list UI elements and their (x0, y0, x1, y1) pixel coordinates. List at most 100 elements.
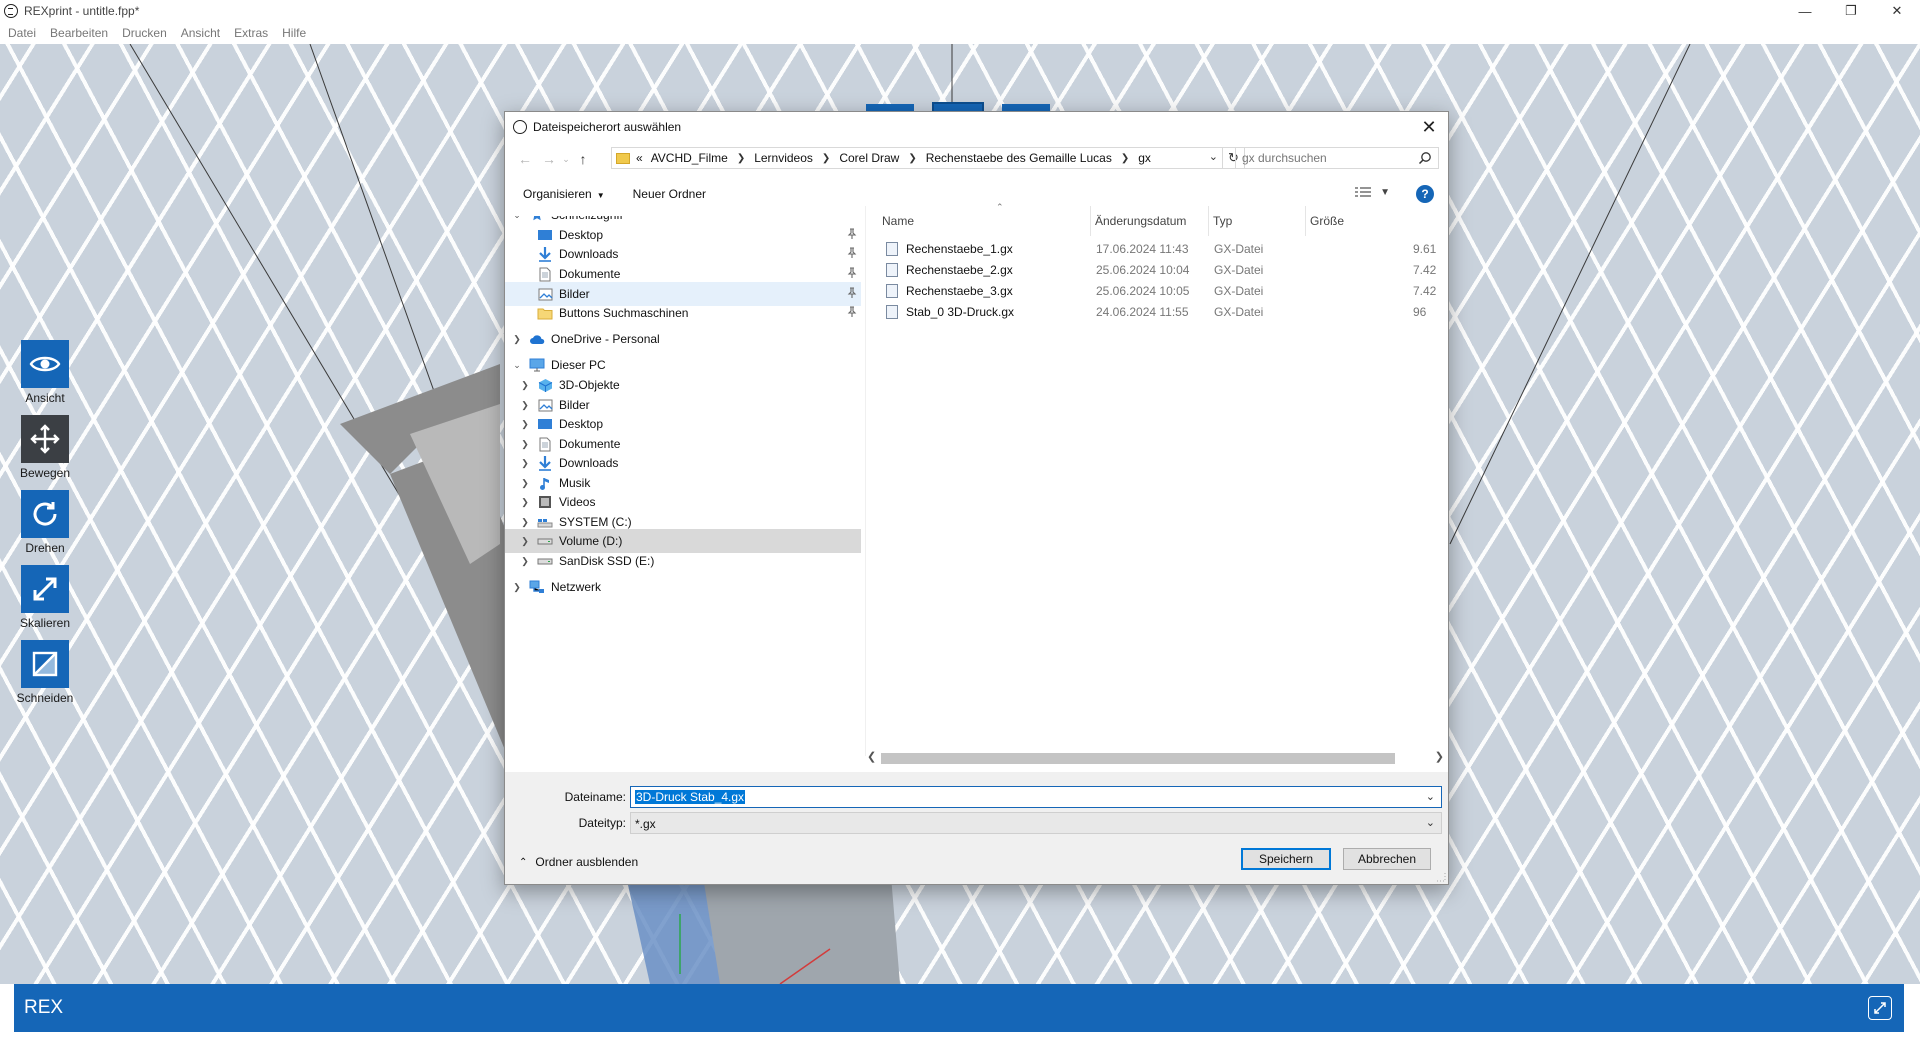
app-logo-icon (4, 4, 18, 18)
desktop-icon (537, 417, 553, 431)
expand-toggle-icon[interactable]: ⌄ (511, 216, 523, 221)
pin-icon[interactable] (847, 247, 857, 259)
breadcrumb-gx[interactable]: gx (1138, 151, 1151, 165)
maximize-button[interactable]: ❐ (1828, 0, 1874, 22)
file-size: 7.42 (1413, 262, 1437, 277)
cancel-button[interactable]: Abbrechen (1343, 848, 1431, 870)
nav-item-label: SanDisk SSD (E:) (559, 554, 655, 568)
breadcrumb-separator-icon[interactable]: ❯ (737, 153, 745, 164)
expand-toggle-icon[interactable]: ❯ (519, 439, 531, 450)
menu-drucken[interactable]: Drucken (115, 26, 174, 40)
menu-extras[interactable]: Extras (227, 26, 275, 40)
dialog-close-button[interactable]: ✕ (1418, 116, 1440, 138)
breadcrumb-rechenstaebe[interactable]: Rechenstaebe des Gemaille Lucas (926, 151, 1112, 165)
menu-datei[interactable]: Datei (0, 26, 43, 40)
file-row[interactable]: Rechenstaebe_3.gx 25.06.2024 10:05 GX-Date… (866, 280, 1449, 301)
breadcrumb-separator-icon[interactable]: ❯ (822, 153, 830, 164)
address-dropdown-icon[interactable]: ⌄ (1209, 150, 1218, 163)
filename-label: Dateiname: (564, 790, 626, 804)
expand-toggle-icon[interactable]: ⌄ (511, 360, 523, 371)
dialog-title-bar: Dateispeicherort auswählen ✕ (505, 112, 1448, 142)
expand-toggle-icon[interactable]: ❯ (519, 497, 531, 508)
column-divider[interactable] (1090, 206, 1091, 236)
file-type: GX-Datei (1214, 283, 1264, 298)
expand-toggle-icon[interactable]: ❯ (511, 334, 523, 345)
menu-bearbeiten[interactable]: Bearbeiten (43, 26, 115, 40)
chevron-up-icon: ⌃ (519, 856, 528, 868)
scroll-right-icon[interactable]: ❯ (1435, 750, 1444, 763)
close-button[interactable]: ✕ (1874, 0, 1920, 22)
file-row[interactable]: Rechenstaebe_2.gx 25.06.2024 10:04 GX-Date… (866, 259, 1449, 280)
expand-toggle-icon[interactable]: ❯ (519, 458, 531, 469)
pin-icon[interactable] (847, 306, 857, 318)
up-button[interactable]: ↑ (571, 147, 595, 171)
expand-toggle-icon[interactable]: ❯ (519, 478, 531, 489)
tool-skalieren[interactable]: Skalieren (18, 565, 72, 630)
fullscreen-icon[interactable] (1868, 996, 1892, 1020)
search-input[interactable]: gx durchsuchen (1242, 151, 1327, 165)
nav-item-onedrive-personal[interactable]: ❯ OneDrive - Personal (505, 327, 861, 351)
filename-field[interactable]: 3D-Druck Stab_4.gx ⌄ (630, 786, 1442, 808)
horizontal-scrollbar[interactable]: ❮ ❯ (865, 750, 1448, 767)
pin-icon[interactable] (847, 287, 857, 299)
expand-toggle-icon[interactable]: ❯ (519, 400, 531, 411)
filetype-select[interactable]: *.gx ⌄ (630, 812, 1442, 834)
file-row[interactable]: Rechenstaebe_1.gx 17.06.2024 11:43 GX-Date… (866, 238, 1449, 259)
menu-hilfe[interactable]: Hilfe (275, 26, 313, 40)
recent-locations-chevron-icon[interactable]: ⌄ (561, 147, 571, 171)
expand-toggle-icon[interactable]: ❯ (519, 380, 531, 391)
nav-item-netzwerk[interactable]: ❯ Netzwerk (505, 575, 861, 599)
hide-folders-toggle[interactable]: ⌃ Ordner ausblenden (519, 855, 638, 869)
view-options-button[interactable]: ▼ (1354, 186, 1390, 198)
back-button[interactable]: ← (513, 147, 537, 171)
breadcrumb-lernvideos[interactable]: Lernvideos (754, 151, 813, 165)
address-bar[interactable]: « AVCHD_Filme ❯ Lernvideos ❯ Corel Draw … (611, 147, 1223, 169)
nav-item-buttons-suchmaschinen[interactable]: Buttons Suchmaschinen (505, 301, 861, 325)
column-type[interactable]: Typ (1213, 206, 1232, 236)
tool-bewegen[interactable]: Bewegen (18, 415, 72, 480)
help-button[interactable]: ? (1416, 185, 1434, 203)
minimize-button[interactable]: — (1782, 0, 1828, 22)
tool-ansicht[interactable]: Ansicht (18, 340, 72, 405)
file-list[interactable]: Name ⌃ Änderungsdatum Typ Größe Rechenst… (865, 202, 1449, 756)
breadcrumb-separator-icon[interactable]: ❯ (1121, 153, 1129, 164)
expand-toggle-icon[interactable]: ❯ (511, 582, 523, 593)
expand-toggle-icon[interactable]: ❯ (519, 536, 531, 547)
pin-icon[interactable] (847, 228, 857, 240)
resize-grip-icon[interactable] (1436, 872, 1446, 882)
breadcrumb-separator-icon[interactable]: ❯ (908, 153, 916, 164)
network-icon (529, 580, 545, 594)
breadcrumb-overflow[interactable]: « (636, 151, 643, 165)
organize-button[interactable]: Organisieren ▼ (523, 187, 605, 201)
new-folder-button[interactable]: Neuer Ordner (633, 187, 706, 201)
expand-toggle-icon[interactable]: ❯ (519, 517, 531, 528)
column-divider[interactable] (1305, 206, 1306, 236)
pin-icon[interactable] (847, 267, 857, 279)
scrollbar-thumb[interactable] (881, 753, 1395, 764)
filename-dropdown-icon[interactable]: ⌄ (1426, 790, 1435, 803)
column-divider[interactable] (1208, 206, 1209, 236)
column-name[interactable]: Name (882, 206, 914, 236)
filetype-label: Dateityp: (578, 816, 626, 830)
filetype-dropdown-icon[interactable]: ⌄ (1426, 816, 1435, 829)
scroll-left-icon[interactable]: ❮ (867, 750, 876, 763)
expand-toggle-icon[interactable]: ❯ (519, 419, 531, 430)
menu-ansicht[interactable]: Ansicht (174, 26, 227, 40)
nav-item-sandisk-ssd-e[interactable]: ❯ SanDisk SSD (E:) (505, 549, 861, 573)
save-button[interactable]: Speichern (1241, 848, 1331, 870)
column-date[interactable]: Änderungsdatum (1095, 206, 1186, 236)
tool-schneiden[interactable]: Schneiden (17, 640, 73, 705)
tool-drehen[interactable]: Drehen (18, 490, 72, 555)
navigation-pane[interactable]: ⌄ Schnellzugriff Desktop Downloads Dokumente… (505, 216, 861, 756)
breadcrumb-avchd-filme[interactable]: AVCHD_Filme (651, 151, 728, 165)
column-size[interactable]: Größe (1310, 206, 1344, 236)
search-box[interactable]: gx durchsuchen (1235, 147, 1439, 169)
navigation-row: ← → ⌄ ↑ « AVCHD_Filme ❯ Lernvideos ❯ Cor… (505, 146, 1448, 172)
filename-value[interactable]: 3D-Druck Stab_4.gx (635, 790, 746, 804)
cloud-icon (529, 332, 545, 346)
file-row[interactable]: Stab_0 3D-Druck.gx 24.06.2024 11:55 GX-Dat… (866, 301, 1449, 322)
expand-toggle-icon[interactable]: ❯ (519, 556, 531, 567)
nav-item-label: Downloads (559, 247, 619, 261)
forward-button[interactable]: → (537, 147, 561, 171)
breadcrumb-corel-draw[interactable]: Corel Draw (839, 151, 899, 165)
